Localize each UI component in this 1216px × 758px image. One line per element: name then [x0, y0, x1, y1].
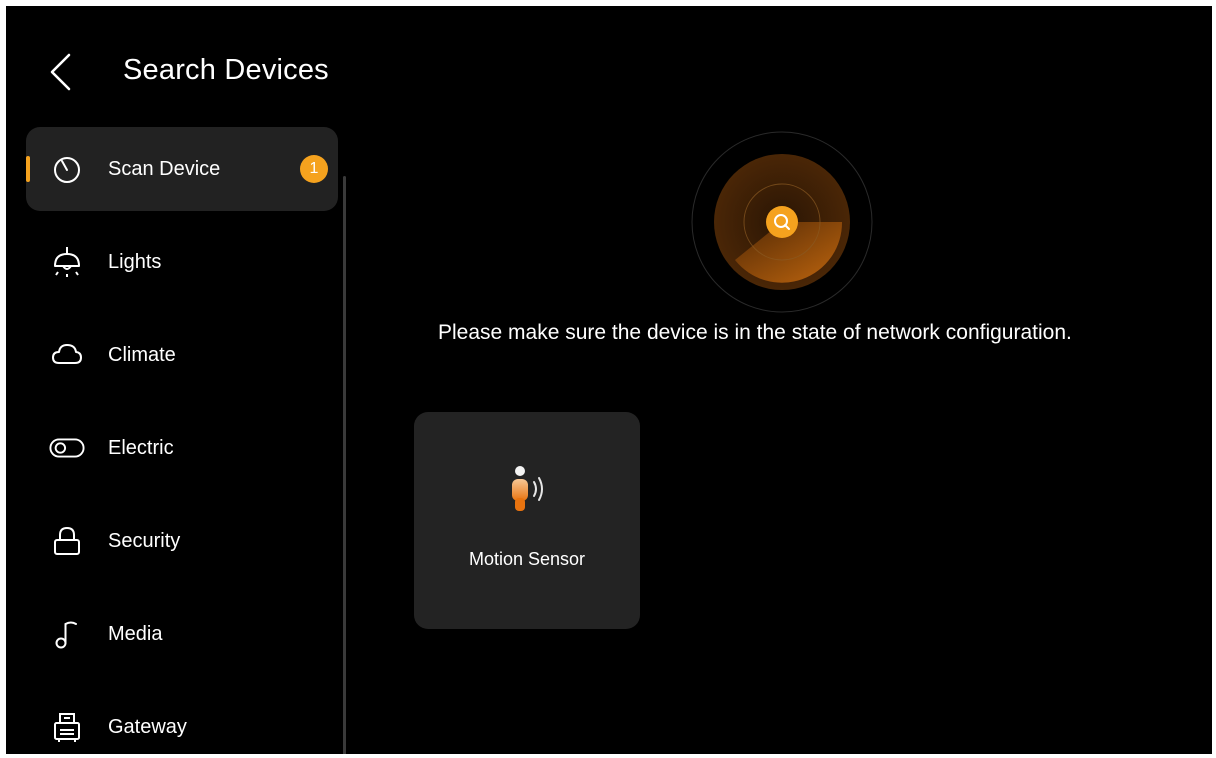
count-badge: 1	[300, 155, 328, 183]
sidebar-item-security[interactable]: Security	[26, 499, 338, 583]
sidebar-item-label: Electric	[108, 436, 174, 459]
sidebar-item-electric[interactable]: Electric	[26, 406, 338, 490]
cloud-icon	[49, 337, 85, 373]
sidebar-item-label: Lights	[108, 250, 162, 273]
back-button[interactable]	[42, 50, 78, 98]
radar-scan-animation	[690, 130, 874, 314]
chevron-left-icon	[47, 52, 73, 97]
scan-icon	[49, 151, 85, 187]
motion-sensor-icon	[498, 462, 558, 522]
music-note-icon	[49, 616, 85, 652]
device-name: Motion Sensor	[468, 549, 586, 569]
router-icon	[49, 709, 85, 745]
sidebar-item-media[interactable]: Media	[26, 592, 338, 676]
sidebar-item-gateway[interactable]: Gateway	[26, 685, 338, 754]
sidebar-item-scan-device[interactable]: Scan Device 1	[26, 127, 338, 211]
lamp-icon	[49, 244, 85, 280]
sidebar-item-label: Climate	[108, 343, 176, 366]
sidebar-item-label: Media	[108, 622, 163, 645]
active-indicator	[26, 156, 30, 182]
sidebar-item-label: Scan Device	[108, 157, 221, 180]
device-card-motion-sensor[interactable]: Motion Sensor	[414, 412, 640, 629]
lock-icon	[49, 523, 85, 559]
sidebar-item-label: Security	[108, 529, 181, 552]
sidebar: Scan Device 1 Lights Climate Electric Se…	[26, 127, 342, 754]
sidebar-item-climate[interactable]: Climate	[26, 313, 338, 397]
sidebar-scrollbar[interactable]	[343, 176, 346, 754]
page-title: Search Devices	[123, 54, 329, 86]
search-devices-screen: Search Devices Scan Device 1 Lights Clim…	[6, 6, 1212, 754]
network-config-hint: Please make sure the device is in the st…	[438, 321, 1072, 344]
sidebar-item-label: Gateway	[108, 715, 187, 738]
toggle-switch-icon	[49, 430, 85, 466]
sidebar-item-lights[interactable]: Lights	[26, 220, 338, 304]
